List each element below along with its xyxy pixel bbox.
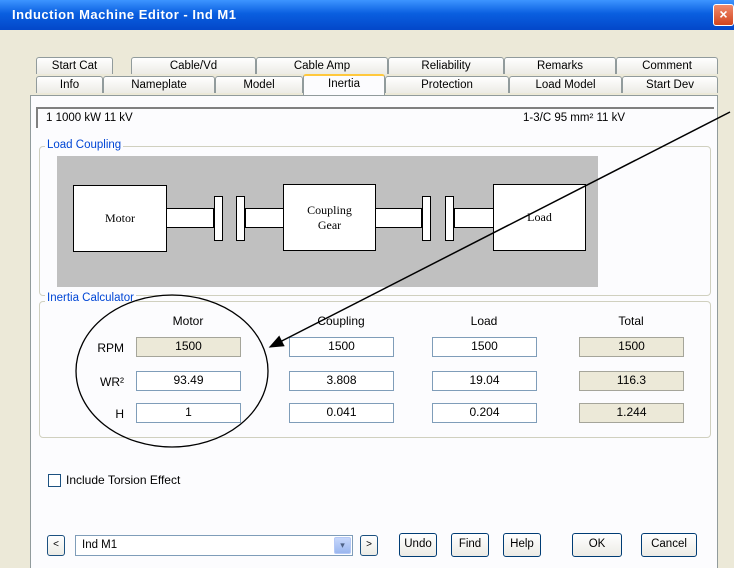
coupling-label: Coupling <box>307 202 352 217</box>
coupling-flange-2 <box>236 196 245 241</box>
chevron-right-icon: > <box>366 539 372 550</box>
load-h-field[interactable]: 0.204 <box>432 403 537 423</box>
coupling-rpm-field[interactable]: 1500 <box>289 337 394 357</box>
tab-remarks[interactable]: Remarks <box>504 57 616 74</box>
tab-inertia[interactable]: Inertia <box>303 74 385 95</box>
col-header-coupling: Coupling <box>317 314 365 328</box>
coupling-h-field[interactable]: 0.041 <box>289 403 394 423</box>
tab-load-model[interactable]: Load Model <box>509 76 622 93</box>
total-wr2-field: 116.3 <box>579 371 684 391</box>
coupling-flange-3 <box>422 196 431 241</box>
load-wr2-field[interactable]: 19.04 <box>432 371 537 391</box>
close-button[interactable]: × <box>713 4 734 26</box>
gear-label: Gear <box>317 217 342 232</box>
shaft-mid-right <box>375 208 422 228</box>
shaft-right <box>454 208 494 228</box>
close-icon: × <box>719 6 728 22</box>
title-bar: Induction Machine Editor - Ind M1 <box>0 0 734 30</box>
ok-button[interactable]: OK <box>572 533 622 557</box>
find-button[interactable]: Find <box>451 533 489 557</box>
coupling-flange-1 <box>214 196 223 241</box>
motor-label: Motor <box>105 211 135 225</box>
total-h-field: 1.244 <box>579 403 684 423</box>
row-label-rpm: RPM <box>97 341 124 355</box>
info-right: 1-3/C 95 mm² 11 kV <box>523 112 626 124</box>
col-header-motor: Motor <box>172 314 204 328</box>
shaft-mid-left <box>245 208 284 228</box>
motor-block: Motor <box>73 185 167 252</box>
tab-info[interactable]: Info <box>36 76 103 93</box>
motor-h-field[interactable]: 1 <box>136 403 241 423</box>
total-rpm-field: 1500 <box>579 337 684 357</box>
motor-rpm-field: 1500 <box>136 337 241 357</box>
tab-cable-vd[interactable]: Cable/Vd <box>131 57 256 74</box>
inertia-calculator-legend: Inertia Calculator <box>45 292 136 304</box>
tab-protection[interactable]: Protection <box>385 76 509 93</box>
chevron-down-icon[interactable]: ▾ <box>334 537 351 554</box>
col-header-load: Load <box>470 314 498 328</box>
chevron-left-icon: < <box>53 539 59 550</box>
machine-id-value: Ind M1 <box>82 539 118 551</box>
load-block: Load <box>493 184 586 251</box>
tab-comment[interactable]: Comment <box>616 57 718 74</box>
cancel-button[interactable]: Cancel <box>641 533 697 557</box>
row-label-h: H <box>115 407 124 421</box>
shaft-left <box>166 208 214 228</box>
tab-model[interactable]: Model <box>215 76 303 93</box>
load-label: Load <box>527 210 552 224</box>
tab-start-cat[interactable]: Start Cat <box>36 57 113 74</box>
tab-cable-amp[interactable]: Cable Amp <box>256 57 388 74</box>
window-title: Induction Machine Editor - Ind M1 <box>12 7 237 22</box>
info-bar: 1 1000 kW 11 kV 1-3/C 95 mm² 11 kV <box>36 107 714 128</box>
next-record-button[interactable]: > <box>360 535 378 556</box>
machine-id-combo[interactable]: Ind M1 ▾ <box>75 535 353 556</box>
include-torsion-checkbox[interactable] <box>48 474 61 487</box>
load-rpm-field[interactable]: 1500 <box>432 337 537 357</box>
load-coupling-legend: Load Coupling <box>45 139 124 151</box>
tab-reliability[interactable]: Reliability <box>388 57 504 74</box>
help-button[interactable]: Help <box>503 533 541 557</box>
col-header-total: Total <box>618 314 644 328</box>
row-label-wr2: WR² <box>100 375 124 389</box>
coupling-wr2-field[interactable]: 3.808 <box>289 371 394 391</box>
undo-button[interactable]: Undo <box>399 533 437 557</box>
induction-machine-editor-window: Induction Machine Editor - Ind M1 × Star… <box>0 0 734 568</box>
info-left: 1 1000 kW 11 kV <box>46 112 133 124</box>
coupling-flange-4 <box>445 196 454 241</box>
tab-nameplate[interactable]: Nameplate <box>103 76 215 93</box>
motor-wr2-field[interactable]: 93.49 <box>136 371 241 391</box>
coupling-gear-block: Coupling Gear <box>283 184 376 251</box>
tab-start-dev[interactable]: Start Dev <box>622 76 718 93</box>
prev-record-button[interactable]: < <box>47 535 65 556</box>
include-torsion-label[interactable]: Include Torsion Effect <box>66 473 180 487</box>
